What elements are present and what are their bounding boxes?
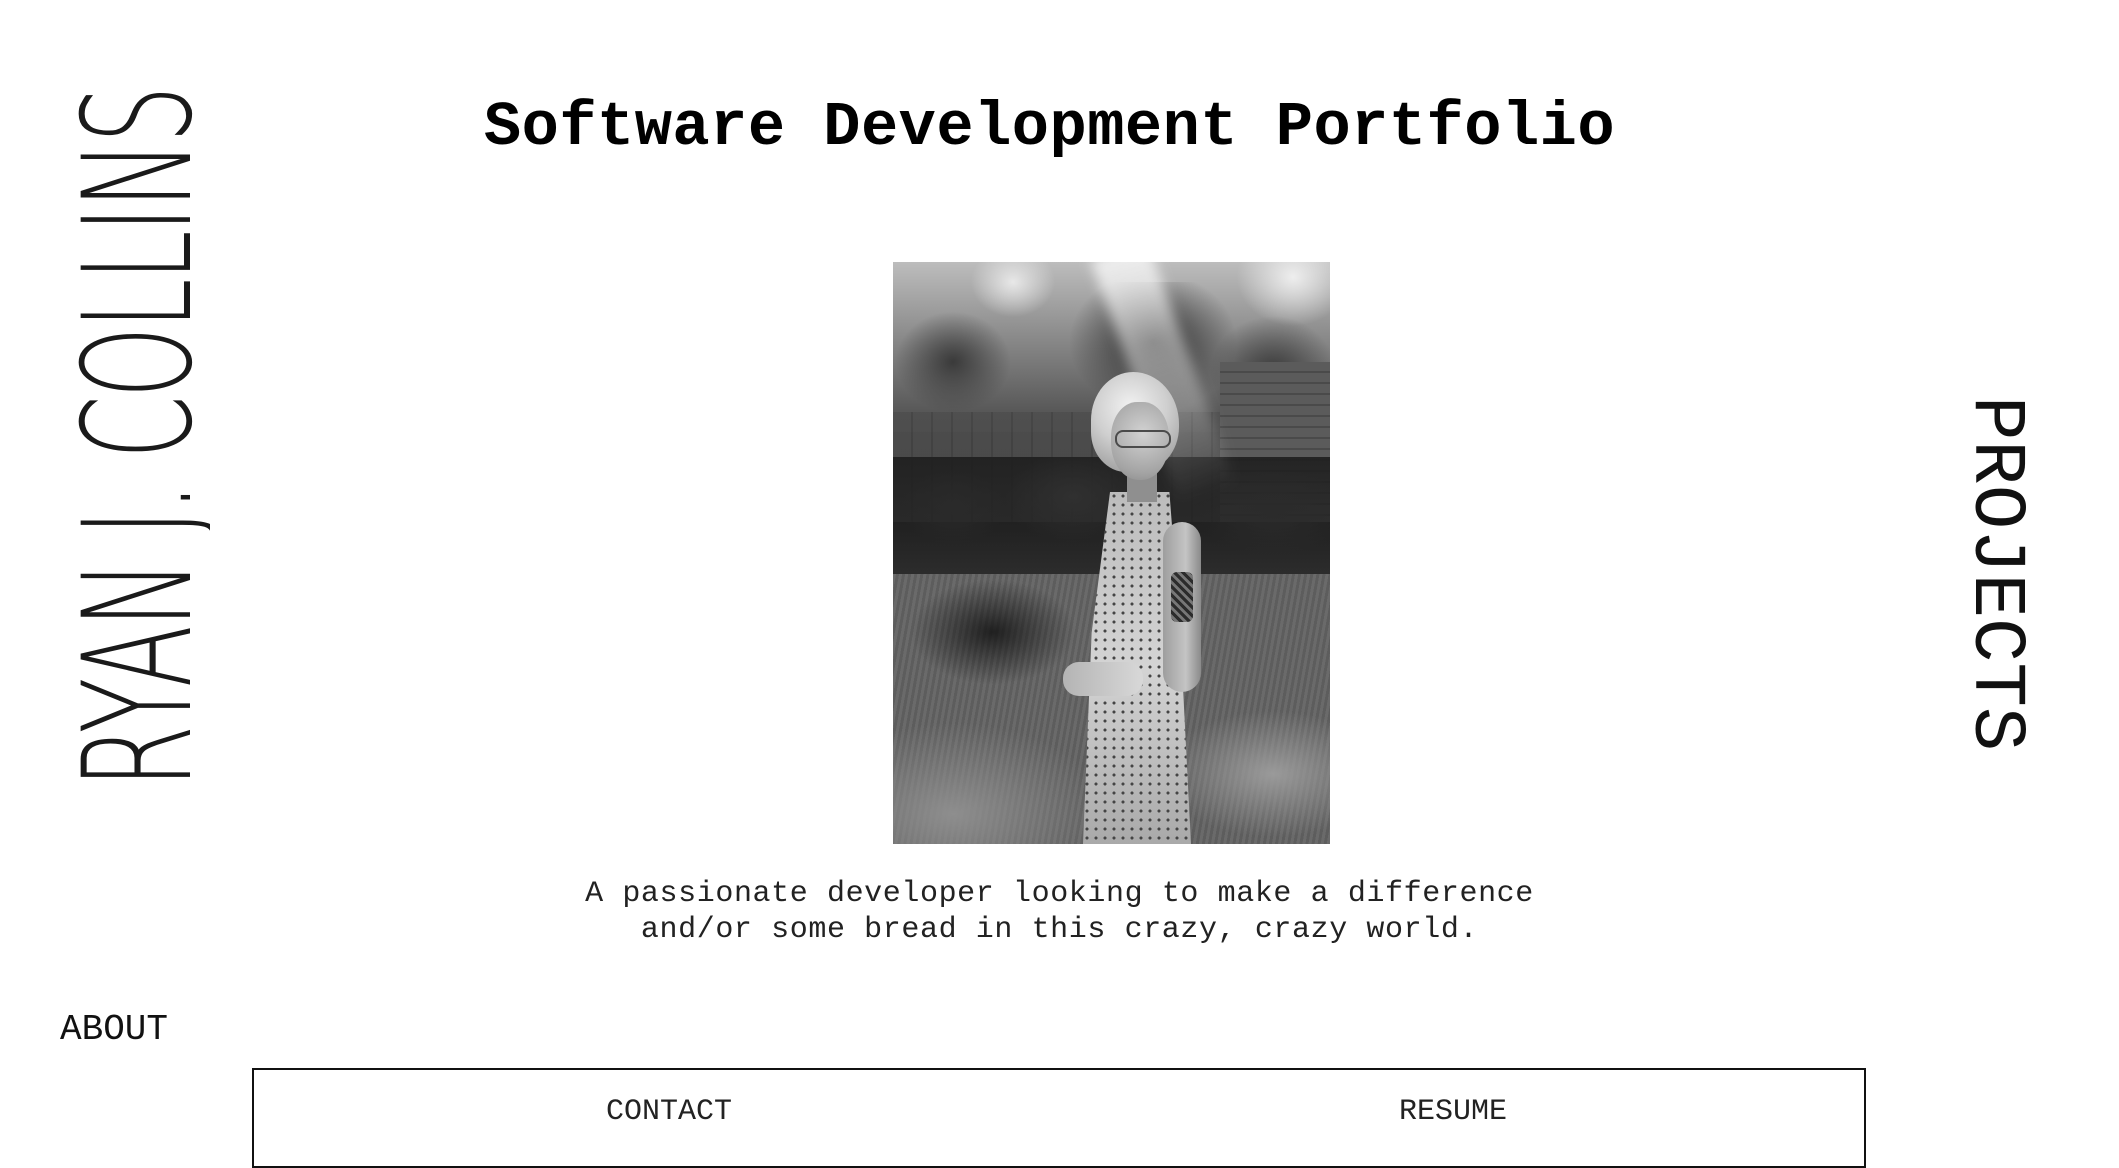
photo-glasses: [1115, 430, 1171, 448]
profile-photo: [893, 262, 1330, 844]
page-title: Software Development Portfolio: [0, 88, 2119, 168]
nav-contact-link[interactable]: CONTACT: [606, 1094, 732, 1130]
brand-logo[interactable]: RYAN J. COLLINS: [40, 78, 210, 798]
tagline-line-2: and/or some bread in this crazy, crazy w…: [640, 913, 1479, 947]
photo-hands: [1063, 662, 1143, 696]
photo-tattoo: [1171, 572, 1193, 622]
nav-projects-label: PROJECTS: [1953, 396, 2037, 752]
brand-logo-graphic: RYAN J. COLLINS: [52, 88, 210, 788]
nav-about-link[interactable]: ABOUT: [60, 1008, 168, 1052]
brand-name: RYAN J. COLLINS: [52, 88, 210, 788]
tagline: A passionate developer looking to make a…: [0, 876, 2119, 948]
tagline-line-1: A passionate developer looking to make a…: [585, 877, 1534, 911]
page-title-text: Software Development Portfolio: [483, 92, 1616, 163]
nav-resume-link[interactable]: RESUME: [1399, 1094, 1507, 1130]
bottom-nav: CONTACT RESUME: [252, 1068, 1866, 1168]
nav-projects-link[interactable]: PROJECTS: [1953, 354, 2037, 794]
photo-person: [1053, 372, 1223, 844]
